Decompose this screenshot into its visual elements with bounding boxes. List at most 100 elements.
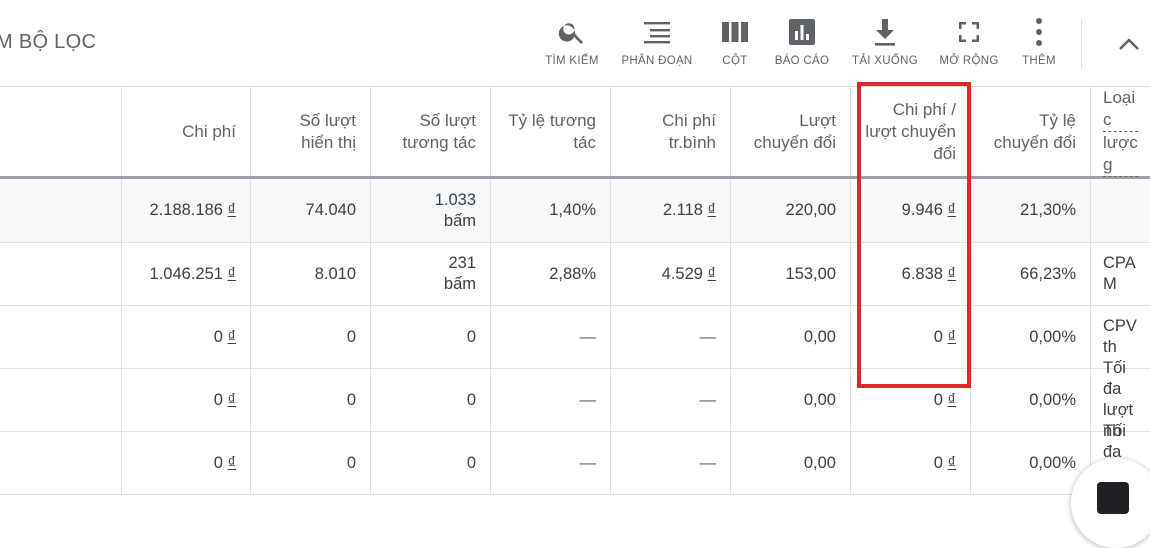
cell-line: 0: [466, 327, 476, 346]
row-name-cell: [0, 306, 121, 368]
expand-button[interactable]: MỞ RỘNG: [929, 14, 1009, 67]
cell-cost: 0 ₫: [121, 432, 250, 494]
header-conversions[interactable]: Lượt chuyển đổi: [730, 87, 850, 176]
cell-conv-rate: 66,23%: [970, 243, 1090, 305]
currency-symbol: ₫: [227, 390, 236, 409]
header-cost[interactable]: Chi phí: [121, 87, 250, 176]
header-name: [0, 87, 121, 176]
table-row: 1.046.251 ₫ 8.010 231 bấm 2,88% 4.529 ₫ 153,00…: [0, 243, 1150, 306]
cell-line: Tối đa: [1103, 422, 1126, 461]
header-label: Số lượt: [419, 110, 476, 130]
cell-value: 0,00%: [1029, 390, 1076, 409]
row-name-cell: [0, 432, 121, 494]
filter-title[interactable]: M BỘ LỌC: [0, 31, 96, 54]
table-row: 0 ₫00——0,000 ₫0,00%Tối đalượt nh: [0, 359, 1150, 440]
cell-conv-rate: 0,00%: [970, 369, 1090, 431]
cell-interactions: 1.033 bấm: [370, 179, 490, 242]
cell-conv-rate: 21,30%: [970, 179, 1090, 242]
cell-line: CPV th: [1103, 317, 1137, 356]
cell-line: 0: [466, 390, 476, 409]
cell-avg-cost: —: [610, 306, 730, 368]
cell-impressions: 8.010: [250, 243, 370, 305]
cell-cost: 0 ₫: [121, 306, 250, 368]
currency-symbol: ₫: [947, 390, 956, 409]
download-button[interactable]: TẢI XUỐNG: [845, 14, 925, 67]
currency-symbol: ₫: [707, 201, 716, 219]
header-cost-per-conv[interactable]: Chi phí / lượt chuyển đổi: [850, 87, 970, 176]
cell-value: 0: [213, 390, 223, 409]
header-label: Tỷ lệ tương: [508, 110, 596, 130]
cell-conversions: 220,00: [730, 179, 850, 242]
currency-symbol: ₫: [707, 264, 716, 283]
table-header: Chi phí Số lượt hiển thị Số lượt tương tác Tỷ…: [0, 87, 1150, 179]
more-label: THÊM: [1022, 55, 1056, 67]
more-button[interactable]: THÊM: [999, 14, 1079, 67]
cell-value: 0: [346, 390, 356, 409]
table-row: 0 ₫ 0 0— —0,00 0 ₫ 0,00% CPV th: [0, 306, 1150, 369]
more-vert-icon: [1036, 18, 1042, 46]
header-label: chuyển đổi: [993, 132, 1076, 152]
cell-conversions: 153,00: [730, 243, 850, 305]
header-label: Chi phí /: [892, 99, 956, 119]
cell-value: 2.118: [662, 201, 703, 219]
cell-bid-strategy[interactable]: CPA M: [1090, 243, 1150, 305]
row-name-cell: [0, 243, 121, 305]
header-label: đổi: [933, 143, 956, 163]
report-button[interactable]: BÁO CÁO: [762, 14, 842, 67]
cell-impressions: 0: [250, 306, 370, 368]
currency-symbol: ₫: [227, 264, 236, 283]
currency-symbol: ₫: [947, 453, 956, 472]
cell-value: 0,00%: [1029, 453, 1076, 472]
header-interaction-rate[interactable]: Tỷ lệ tương tác: [490, 87, 610, 176]
cell-interactions: 0: [370, 432, 490, 494]
expand-icon: [959, 22, 979, 42]
cell-cost: 1.046.251 ₫: [121, 243, 250, 305]
header-impressions[interactable]: Số lượt hiển thị: [250, 87, 370, 176]
currency-symbol: ₫: [227, 327, 236, 346]
header-label: tương tác: [402, 132, 476, 152]
cell-interactions: 231 bấm: [370, 243, 490, 305]
cell-interaction-rate: 1,40%: [490, 179, 610, 242]
cell-value: 21,30%: [1020, 201, 1076, 219]
chevron-up-icon: [1119, 38, 1139, 50]
cell-interaction-rate: —: [490, 432, 610, 494]
cell-interaction-rate: —: [490, 306, 610, 368]
cell-bid-strategy: [1090, 179, 1150, 242]
cell-value: 74.040: [305, 201, 356, 219]
cell-line: CPA M: [1103, 254, 1135, 293]
floating-action-button[interactable]: [1071, 458, 1150, 548]
cell-value: 8.010: [314, 264, 356, 283]
cell-value: 66,23%: [1020, 264, 1076, 283]
header-conv-rate[interactable]: Tỷ lệ chuyển đổi: [970, 87, 1090, 176]
cell-avg-cost: 2.118 ₫: [610, 179, 730, 242]
header-label: Lượt: [799, 110, 836, 130]
cell-value: —: [579, 453, 597, 472]
search-button[interactable]: TÌM KIẾM: [532, 14, 612, 67]
report-label: BÁO CÁO: [774, 55, 830, 67]
header-interactions[interactable]: Số lượt tương tác: [370, 87, 490, 176]
download-icon: [875, 19, 895, 46]
header-label: Chi phí: [662, 110, 716, 130]
star-icon: [1097, 482, 1129, 514]
header-avg-cost[interactable]: Chi phí tr.bình: [610, 87, 730, 176]
cell-cost-per-conv: 0 ₫: [850, 306, 970, 368]
cell-line: 231: [448, 254, 476, 272]
header-label: chuyển đổi: [753, 132, 836, 152]
header-label: Số lượt: [299, 110, 356, 130]
cell-conversions: 0,00: [730, 432, 850, 494]
cell-value: 2,88%: [549, 264, 596, 283]
table-row: 0 ₫00——0,000 ₫0,00%Tối đalượt nh: [0, 422, 1150, 503]
row-name-cell: [0, 179, 121, 242]
cell-interactions: 0: [370, 306, 490, 368]
segment-button[interactable]: PHÂN ĐOẠN: [617, 14, 697, 67]
cell-value: 6.838: [901, 264, 943, 283]
header-label: tr.bình: [668, 132, 716, 152]
header-bid-strategy[interactable]: Loại c lược g: [1090, 87, 1150, 177]
cell-conversions: 0,00: [730, 369, 850, 431]
collapse-button[interactable]: [1113, 30, 1145, 58]
currency-symbol: ₫: [227, 201, 236, 219]
segment-icon: [644, 22, 670, 44]
cell-line: 0: [466, 453, 476, 472]
download-label: TẢI XUỐNG: [852, 55, 918, 67]
columns-icon: [722, 22, 748, 42]
